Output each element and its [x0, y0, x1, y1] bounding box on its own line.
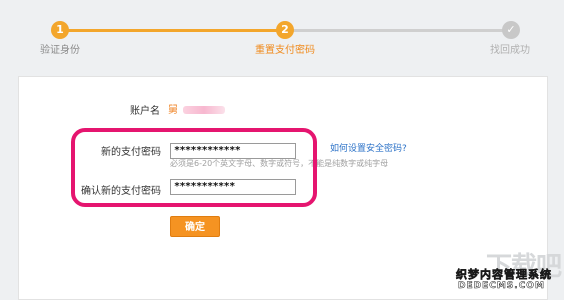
password-help-link[interactable]: 如何设置安全密码?: [330, 141, 407, 154]
check-icon: ✓: [502, 21, 520, 39]
new-password-label: 新的支付密码: [101, 147, 161, 158]
step-1-number: 1: [51, 21, 69, 39]
confirm-button[interactable]: 确定: [170, 216, 220, 237]
watermark-text: 织梦内容管理系统: [456, 268, 552, 282]
account-value: 舅: [168, 101, 225, 116]
confirm-password-input[interactable]: ***********: [170, 179, 296, 195]
step-2-number: 2: [276, 21, 294, 39]
account-value-text: 舅: [168, 105, 179, 116]
progress-track-completed: [60, 29, 285, 32]
step-1-label: 验证身份: [40, 45, 80, 56]
step-progress: 1 验证身份 2 重置支付密码 ✓ 找回成功: [0, 0, 564, 60]
password-hint: 必须是6-20个英文字母、数字或符号，不能是纯数字或纯字母: [170, 159, 389, 168]
step-2-label: 重置支付密码: [255, 45, 315, 56]
watermark-url: DEDECMS.COM: [458, 281, 545, 292]
account-redaction: [183, 106, 225, 114]
progress-track-pending: [285, 29, 510, 32]
step-3-label: 找回成功: [490, 45, 530, 56]
account-label: 账户名: [130, 106, 160, 117]
new-password-input[interactable]: ************: [170, 143, 296, 159]
confirm-password-label: 确认新的支付密码: [81, 186, 161, 197]
